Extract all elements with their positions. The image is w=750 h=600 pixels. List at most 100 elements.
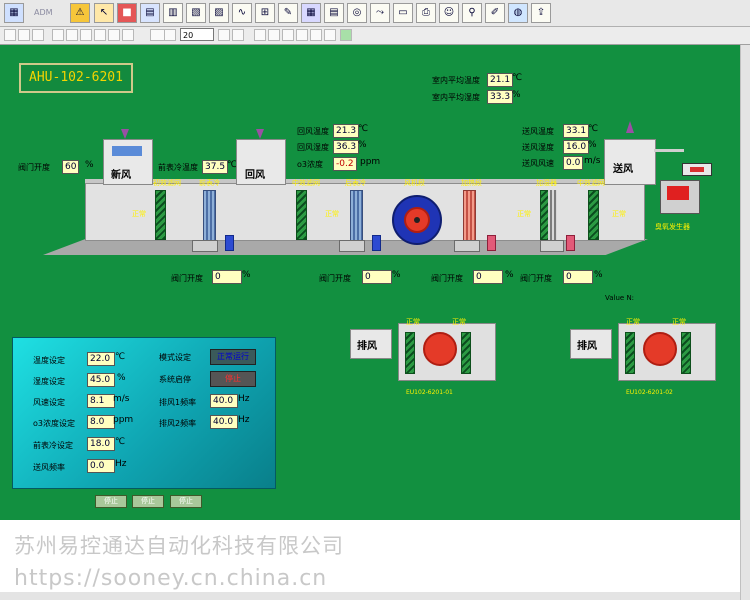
valve-note: Value N: bbox=[605, 294, 635, 302]
scada-window: ADM ▦ ⚠ ↖ ■ ▤ ▥ ▧ ▨ ∿ ⊞ ✎ ▦ ▤ ◎ ⤳ ▭ ⎙ ☺ … bbox=[0, 0, 750, 600]
exh-freq2-input[interactable]: 40.0 bbox=[210, 415, 238, 429]
zoom-select[interactable]: 20 bbox=[180, 28, 214, 41]
report-icon[interactable]: ▧ bbox=[186, 3, 206, 23]
valve-icon[interactable] bbox=[372, 235, 381, 251]
valve-icon[interactable] bbox=[487, 235, 496, 251]
zoom-out-icon[interactable] bbox=[66, 29, 78, 41]
fresh-damper-unit: % bbox=[85, 160, 94, 170]
pipe bbox=[540, 240, 564, 252]
watermark-company: 苏州易控通达自动化科技有限公司 bbox=[14, 534, 344, 558]
exh-freq1-input[interactable]: 40.0 bbox=[210, 394, 238, 408]
indoor-temp-value: 21.1 bbox=[487, 73, 514, 87]
o3-set-input[interactable]: 8.0 bbox=[87, 415, 115, 429]
align-icon[interactable] bbox=[296, 29, 308, 41]
equipment-icon[interactable]: ▤ bbox=[140, 3, 160, 23]
trend-icon[interactable]: ∿ bbox=[232, 3, 252, 23]
precool-set-label: 前表冷设定 bbox=[33, 441, 73, 450]
valve-icon[interactable] bbox=[566, 235, 575, 251]
open-icon[interactable] bbox=[4, 29, 16, 41]
paste-icon[interactable] bbox=[282, 29, 294, 41]
pan-icon[interactable] bbox=[94, 29, 106, 41]
tools-icon[interactable]: ✎ bbox=[278, 3, 298, 23]
medium-filter-1[interactable] bbox=[296, 190, 307, 240]
network-icon[interactable]: ⊞ bbox=[255, 3, 275, 23]
stop-button[interactable]: 停止 bbox=[170, 495, 202, 508]
medium-filter-3[interactable] bbox=[588, 190, 599, 240]
heating-coil[interactable] bbox=[463, 190, 476, 242]
properties-icon[interactable] bbox=[218, 29, 230, 41]
precool-set-unit: ℃ bbox=[115, 437, 126, 447]
share-icon[interactable]: ⇪ bbox=[531, 3, 551, 23]
select-icon[interactable] bbox=[164, 29, 176, 41]
exhaust-1-label: 排风 bbox=[357, 341, 377, 352]
edit-icon[interactable]: ✐ bbox=[485, 3, 505, 23]
start-stop-button[interactable]: 停止 bbox=[210, 371, 256, 387]
ozone-label: 臭氧发生器 bbox=[655, 223, 690, 231]
search-icon[interactable]: ⚲ bbox=[462, 3, 482, 23]
disc-icon[interactable]: ◎ bbox=[347, 3, 367, 23]
globe-icon[interactable]: ◍ bbox=[508, 3, 528, 23]
supply-vel-unit: m/s bbox=[584, 156, 601, 166]
cut-icon[interactable] bbox=[254, 29, 266, 41]
document-icon[interactable]: ▨ bbox=[209, 3, 229, 23]
section-label: 加湿器 bbox=[536, 179, 557, 187]
section-label: 中效滤网 bbox=[292, 179, 320, 187]
return-temp-unit: ℃ bbox=[358, 124, 369, 134]
humidifier[interactable] bbox=[548, 190, 557, 240]
text-icon[interactable] bbox=[324, 29, 336, 41]
supply-fan[interactable] bbox=[392, 195, 442, 245]
zoom-in-icon[interactable] bbox=[52, 29, 64, 41]
layout-icon[interactable] bbox=[18, 29, 30, 41]
home-icon[interactable]: ▦ bbox=[4, 3, 24, 23]
stop-icon[interactable]: ■ bbox=[117, 3, 137, 23]
group-icon[interactable] bbox=[310, 29, 322, 41]
chart-icon[interactable]: ▦ bbox=[301, 3, 321, 23]
run-icon[interactable] bbox=[340, 29, 352, 41]
fresh-air-box[interactable]: 新风 bbox=[103, 139, 153, 185]
print-icon[interactable]: ⎙ bbox=[416, 3, 436, 23]
fit-icon[interactable] bbox=[80, 29, 92, 41]
vertical-scrollbar[interactable] bbox=[740, 45, 750, 600]
layer-icon[interactable] bbox=[32, 29, 44, 41]
fresh-air-arrow-icon bbox=[121, 129, 129, 139]
pointer-icon[interactable]: ↖ bbox=[94, 3, 114, 23]
speed-set-label: 风速设定 bbox=[33, 398, 65, 407]
exhaust-unit-1[interactable]: 排风 正常 正常 EU102-6201-01 bbox=[346, 315, 504, 396]
sheet-icon[interactable]: ▤ bbox=[324, 3, 344, 23]
connect-icon[interactable]: ⤳ bbox=[370, 3, 390, 23]
exhaust-1-status-a: 正常 bbox=[406, 318, 420, 326]
temp-set-input[interactable]: 22.0 bbox=[87, 352, 115, 366]
temp-set-unit: ℃ bbox=[115, 352, 126, 362]
speed-set-unit: m/s bbox=[113, 394, 130, 404]
user-icon[interactable]: ☺ bbox=[439, 3, 459, 23]
exhaust-unit-2[interactable]: 排风 正常 正常 EU102-6201-02 bbox=[566, 315, 724, 396]
card-icon[interactable]: ▭ bbox=[393, 3, 413, 23]
primary-filter[interactable] bbox=[155, 190, 166, 240]
supply-freq-input[interactable]: 0.0 bbox=[87, 459, 115, 473]
ozone-generator[interactable] bbox=[660, 180, 700, 214]
section-label: 后表冷 bbox=[345, 179, 366, 187]
o3-unit: ppm bbox=[360, 157, 381, 167]
supply-air-box[interactable]: 送风 bbox=[604, 139, 656, 185]
horizontal-scrollbar[interactable] bbox=[0, 592, 740, 600]
alarm-icon[interactable]: ⚠ bbox=[70, 3, 90, 23]
post-cooling-coil[interactable] bbox=[350, 190, 363, 242]
copy-icon[interactable] bbox=[268, 29, 280, 41]
stop-button[interactable]: 停止 bbox=[132, 495, 164, 508]
stop-button[interactable]: 停止 bbox=[95, 495, 127, 508]
precool-set-input[interactable]: 18.0 bbox=[87, 437, 115, 451]
hum-set-input[interactable]: 45.0 bbox=[87, 373, 115, 387]
exhaust-2-id: EU102-6201-02 bbox=[626, 389, 673, 396]
back-icon[interactable] bbox=[108, 29, 120, 41]
return-air-box[interactable]: 回风 bbox=[236, 139, 286, 185]
valve-2-unit: % bbox=[392, 270, 401, 280]
valve-2-label: 阀门开度 bbox=[319, 274, 351, 283]
mode-select[interactable]: 正常运行 bbox=[210, 349, 256, 365]
valve-icon[interactable] bbox=[225, 235, 234, 251]
refresh-icon[interactable] bbox=[232, 29, 244, 41]
forward-icon[interactable] bbox=[122, 29, 134, 41]
section-label: 中效滤网 bbox=[577, 179, 605, 187]
grid-icon[interactable]: ▥ bbox=[163, 3, 183, 23]
speed-set-input[interactable]: 8.1 bbox=[87, 394, 115, 408]
pre-cooling-coil[interactable] bbox=[203, 190, 216, 242]
